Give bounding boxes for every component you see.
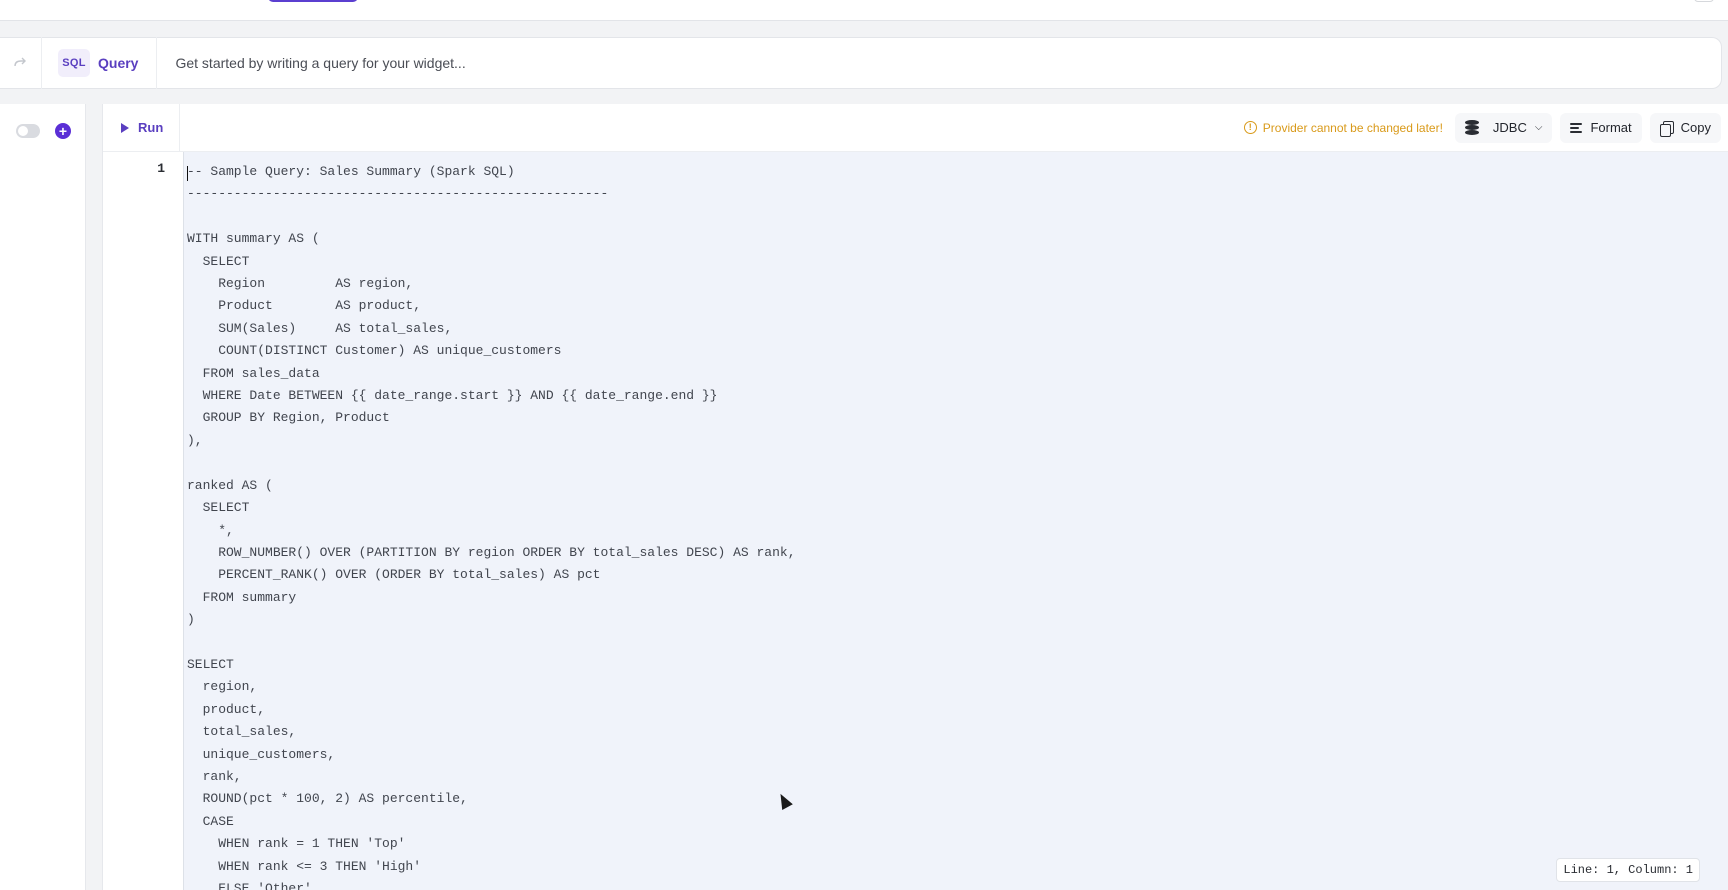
run-label: Run bbox=[138, 120, 164, 135]
line-number-gutter: 1 bbox=[103, 152, 183, 890]
text-cursor bbox=[187, 166, 188, 181]
copy-icon bbox=[1659, 120, 1674, 137]
top-header-strip bbox=[0, 0, 1728, 21]
line-number: 1 bbox=[157, 161, 165, 176]
redo-icon[interactable] bbox=[0, 37, 42, 89]
warning-circle-icon: ! bbox=[1243, 121, 1257, 134]
copy-button[interactable]: Copy bbox=[1649, 112, 1721, 143]
play-icon bbox=[121, 122, 129, 133]
sql-badge: SQL bbox=[58, 49, 90, 77]
format-label: Format bbox=[1590, 120, 1632, 135]
add-button[interactable]: + bbox=[55, 123, 71, 139]
database-icon bbox=[1464, 119, 1479, 136]
cursor-position-status: Line: 1, Column: 1 bbox=[1556, 858, 1700, 882]
format-button[interactable]: Format bbox=[1560, 112, 1642, 143]
query-description-input[interactable] bbox=[157, 43, 1721, 83]
format-lines-icon bbox=[1570, 121, 1583, 135]
view-toggle[interactable] bbox=[16, 124, 40, 138]
provider-warning-text: Provider cannot be changed later! bbox=[1262, 120, 1443, 135]
provider-warning: ! Provider cannot be changed later! bbox=[1243, 120, 1443, 135]
query-tab-label: Query bbox=[98, 55, 139, 71]
header-corner-control[interactable] bbox=[1694, 0, 1714, 2]
sql-query-tab[interactable]: SQL Query bbox=[42, 37, 158, 89]
chevron-down-icon: ⌵ bbox=[1534, 122, 1543, 133]
editor-toolbar: Run ! Provider cannot be changed later! … bbox=[103, 103, 1728, 152]
code-text[interactable]: -- Sample Query: Sales Summary (Spark SQ… bbox=[187, 161, 796, 890]
provider-value: JDBC bbox=[1492, 120, 1527, 135]
left-rail: + bbox=[0, 104, 86, 890]
code-editor[interactable]: -- Sample Query: Sales Summary (Spark SQ… bbox=[183, 152, 1728, 890]
copy-label: Copy bbox=[1680, 120, 1711, 135]
run-button[interactable]: Run bbox=[103, 103, 181, 152]
sql-editor-panel: Run ! Provider cannot be changed later! … bbox=[102, 103, 1728, 890]
header-active-pill[interactable] bbox=[268, 0, 358, 2]
query-bar: SQL Query bbox=[0, 37, 1722, 89]
provider-select[interactable]: JDBC ⌵ bbox=[1454, 112, 1553, 143]
